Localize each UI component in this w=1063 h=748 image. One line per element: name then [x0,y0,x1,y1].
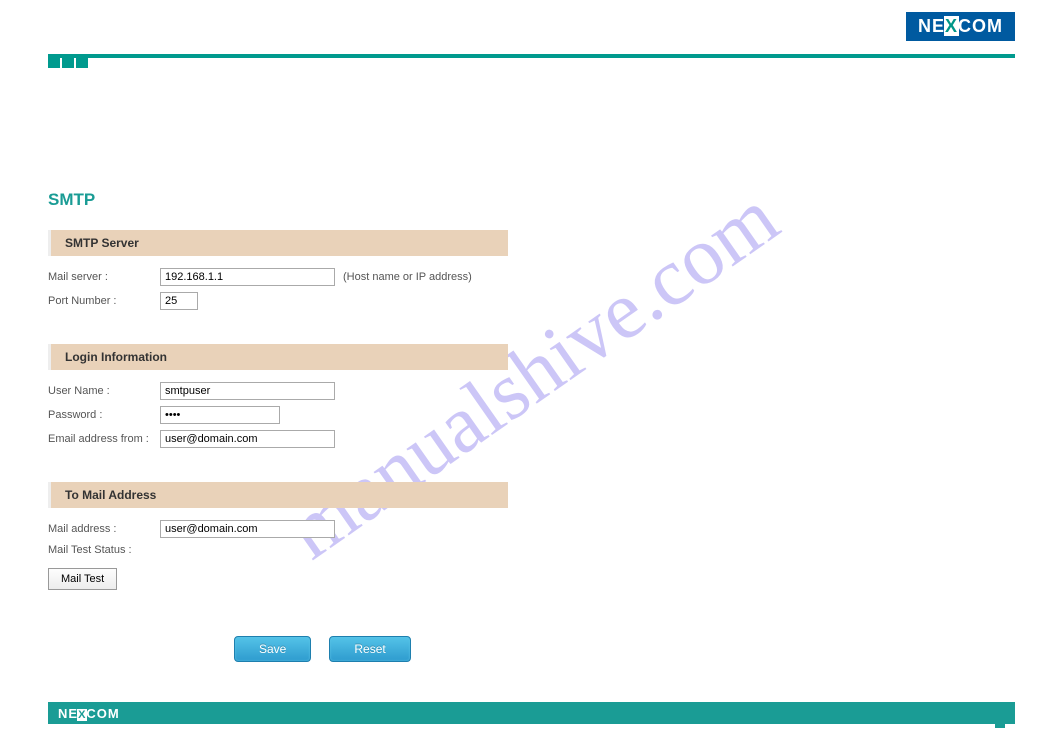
brand-logo-bottom: NEXCOM [58,706,120,721]
from-label: Email address from : [48,433,160,445]
mail-server-hint: (Host name or IP address) [343,271,472,283]
footer-bar: NEXCOM [48,702,1015,724]
row-port: Port Number : [48,292,648,310]
main-content: SMTP SMTP Server Mail server : (Host nam… [48,190,648,662]
row-to: Mail address : [48,520,648,538]
test-status-label: Mail Test Status : [48,544,132,556]
row-test-status: Mail Test Status : [48,544,648,556]
action-row: Save Reset [48,636,648,662]
port-input[interactable] [160,292,198,310]
row-from: Email address from : [48,430,648,448]
to-input[interactable] [160,520,335,538]
section-login-header: Login Information [48,344,508,370]
to-label: Mail address : [48,523,160,535]
header-accent-squares [48,58,90,68]
section-smtp-server-header: SMTP Server [48,230,508,256]
row-mail-server: Mail server : (Host name or IP address) [48,268,648,286]
password-input[interactable] [160,406,280,424]
save-button[interactable]: Save [234,636,311,662]
page-title: SMTP [48,190,648,210]
row-username: User Name : [48,382,648,400]
username-input[interactable] [160,382,335,400]
port-label: Port Number : [48,295,160,307]
row-password: Password : [48,406,648,424]
username-label: User Name : [48,385,160,397]
mail-server-label: Mail server : [48,271,160,283]
brand-logo-top: NEXCOM [906,12,1015,41]
header-rule [48,54,1015,58]
reset-button[interactable]: Reset [329,636,410,662]
password-label: Password : [48,409,160,421]
section-to-header: To Mail Address [48,482,508,508]
mail-test-button[interactable]: Mail Test [48,568,117,590]
mail-server-input[interactable] [160,268,335,286]
from-input[interactable] [160,430,335,448]
